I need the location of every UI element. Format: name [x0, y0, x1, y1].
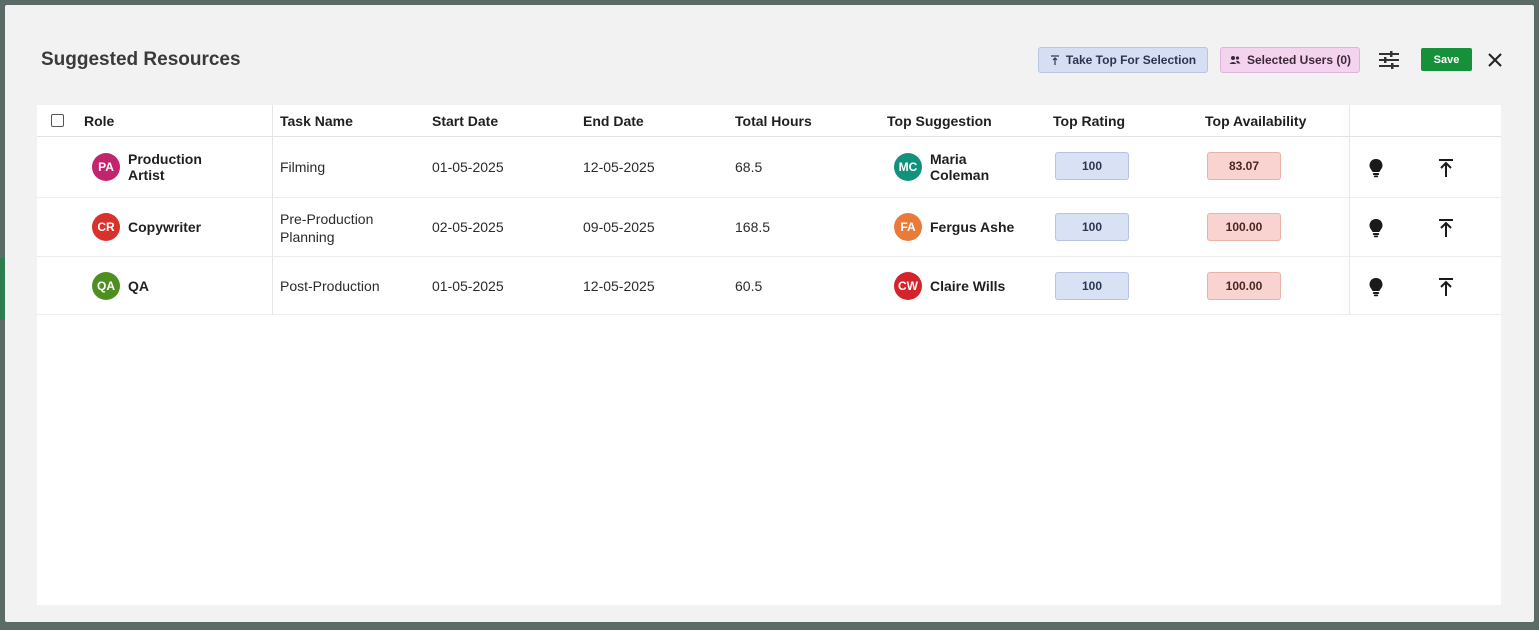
move-to-top-icon[interactable]	[1437, 277, 1455, 297]
suggestion-name: Fergus Ashe	[930, 219, 1014, 235]
task-name: Post-Production	[280, 278, 380, 294]
table-row[interactable]: CR Copywriter Pre-Production Planning 02…	[37, 198, 1501, 257]
header-start-date[interactable]: Start Date	[432, 105, 498, 137]
table-row[interactable]: PA Production Artist Filming 01-05-2025 …	[37, 137, 1501, 198]
end-date: 09-05-2025	[583, 219, 655, 235]
lightbulb-icon[interactable]	[1367, 218, 1385, 238]
suggestion-avatar: CW	[894, 272, 922, 300]
role-name-line1: QA	[128, 278, 149, 294]
task-name: Pre-Production Planning	[280, 210, 373, 246]
header-top-availability[interactable]: Top Availability	[1205, 105, 1306, 137]
rating-pill: 100	[1055, 272, 1129, 300]
modal-title: Suggested Resources	[41, 49, 241, 70]
suggestion-avatar: MC	[894, 153, 922, 181]
header-top-suggestion[interactable]: Top Suggestion	[887, 105, 992, 137]
end-date: 12-05-2025	[583, 278, 655, 294]
align-top-icon	[1050, 54, 1059, 65]
suggestion-name: Claire Wills	[930, 278, 1005, 294]
suggestion-avatar: FA	[894, 213, 922, 241]
task-name-line1: Pre-Production	[280, 211, 374, 227]
availability-pill: 83.07	[1207, 152, 1281, 180]
close-icon[interactable]	[1485, 50, 1505, 70]
selected-users-label: Selected Users (0)	[1246, 53, 1352, 67]
suggestion-name-line1: Claire Wills	[930, 278, 1006, 294]
lightbulb-icon[interactable]	[1367, 277, 1385, 297]
header-task-name[interactable]: Task Name	[280, 105, 353, 137]
lightbulb-icon[interactable]	[1367, 158, 1385, 178]
role-name: Production Artist	[128, 151, 202, 183]
take-top-label: Take Top For Selection	[1065, 53, 1197, 67]
task-name-line2: Planning	[280, 229, 335, 245]
tune-icon[interactable]	[1378, 50, 1400, 70]
role-avatar: QA	[92, 272, 120, 300]
task-name: Filming	[280, 159, 326, 175]
suggestion-name-line1: Fergus Ashe	[930, 219, 1015, 235]
suggestion-name-line1: Maria	[930, 151, 967, 167]
rating-pill: 100	[1055, 213, 1129, 241]
start-date: 01-05-2025	[432, 159, 504, 175]
header-role[interactable]: Role	[84, 105, 114, 137]
suggestions-table: Role Task Name Start Date End Date Total…	[37, 105, 1501, 605]
select-all-checkbox[interactable]	[51, 114, 64, 127]
move-to-top-icon[interactable]	[1437, 158, 1455, 178]
take-top-for-selection-button[interactable]: Take Top For Selection	[1038, 47, 1208, 73]
suggested-resources-modal: Suggested Resources Take Top For Selecti…	[5, 5, 1534, 622]
save-button[interactable]: Save	[1421, 48, 1472, 71]
role-name-line2: Artist	[128, 167, 165, 183]
availability-pill: 100.00	[1207, 213, 1281, 241]
availability-pill: 100.00	[1207, 272, 1281, 300]
header-total-hours[interactable]: Total Hours	[735, 105, 812, 137]
rating-pill: 100	[1055, 152, 1129, 180]
suggestion-name: Maria Coleman	[930, 151, 989, 183]
end-date: 12-05-2025	[583, 159, 655, 175]
role-name: Copywriter	[128, 219, 201, 235]
users-icon	[1229, 56, 1241, 64]
role-name-line1: Copywriter	[128, 219, 202, 235]
selected-users-button[interactable]: Selected Users (0)	[1220, 47, 1360, 73]
modal-header: Suggested Resources Take Top For Selecti…	[5, 5, 1534, 105]
header-top-rating[interactable]: Top Rating	[1053, 105, 1125, 137]
role-avatar: CR	[92, 213, 120, 241]
start-date: 02-05-2025	[432, 219, 504, 235]
move-to-top-icon[interactable]	[1437, 218, 1455, 238]
total-hours: 168.5	[735, 219, 771, 235]
table-row[interactable]: QA QA Post-Production 01-05-2025 12-05-2…	[37, 257, 1501, 315]
role-name: QA	[128, 278, 149, 294]
total-hours: 60.5	[735, 278, 763, 294]
total-hours: 68.5	[735, 159, 763, 175]
table-header: Role Task Name Start Date End Date Total…	[37, 105, 1501, 137]
suggestion-name-line2: Coleman	[930, 167, 990, 183]
role-name-line1: Production	[128, 151, 202, 167]
header-end-date[interactable]: End Date	[583, 105, 644, 137]
start-date: 01-05-2025	[432, 278, 504, 294]
role-avatar: PA	[92, 153, 120, 181]
